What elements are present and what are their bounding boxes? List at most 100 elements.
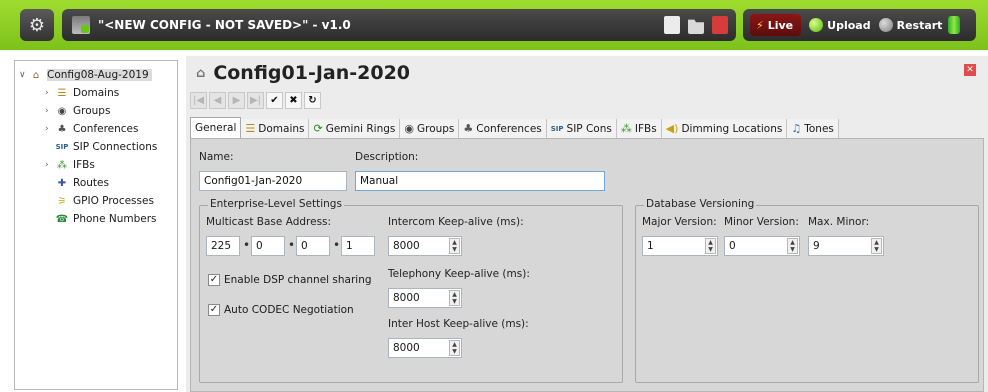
tab-label: Tones: [804, 122, 834, 135]
spinner-arrows-icon[interactable]: ▲ ▼: [449, 238, 460, 254]
title-bar: "<NEW CONFIG - NOT SAVED>" - v1.0: [62, 9, 736, 41]
spinner-arrows-icon[interactable]: ▲ ▼: [449, 290, 460, 306]
tab-conferences[interactable]: ♣ Conferences: [459, 119, 547, 138]
tab-label: IFBs: [634, 122, 657, 135]
expand-chevron-icon[interactable]: ›: [45, 106, 55, 116]
routes-icon: ✚: [57, 177, 67, 189]
tree-item-ifbs[interactable]: › ⁂ IFBs: [45, 157, 95, 173]
action-bar: ⚡ Live Upload Restart: [743, 9, 976, 41]
conferences-icon: ♣: [57, 123, 67, 135]
rings-icon: ⟳: [313, 122, 323, 135]
spinner-arrows-icon[interactable]: ▲ ▼: [871, 238, 882, 254]
max-minor-label: Max. Minor:: [808, 216, 870, 228]
new-document-icon[interactable]: [664, 16, 680, 34]
tones-icon: ♫: [791, 122, 802, 135]
database-versioning-group: Database Versioning Major Version: 1 ▲ ▼ …: [635, 198, 979, 383]
record-nav-toolbar: |◀ ◀ ▶ ▶| ✔ ✖ ↻: [190, 92, 321, 109]
checkbox-label: Enable DSP channel sharing: [224, 274, 372, 286]
tree-root[interactable]: ∨ ⌂ Config08-Aug-2019: [19, 67, 152, 83]
tab-label: Dimming Locations: [681, 122, 783, 135]
last-record-button[interactable]: ▶|: [247, 92, 264, 109]
spinner-value: 8000: [393, 342, 420, 354]
multicast-octet-3[interactable]: 0: [296, 236, 330, 256]
group-title: Database Versioning: [644, 198, 757, 210]
tab-general[interactable]: General: [190, 117, 242, 138]
apply-check-button[interactable]: ✔: [266, 92, 283, 109]
tree-item-groups[interactable]: › ◉ Groups: [45, 103, 110, 119]
window-title: "<NEW CONFIG - NOT SAVED>" - v1.0: [98, 18, 351, 32]
multicast-octet-2[interactable]: 0: [251, 236, 285, 256]
tab-domains[interactable]: ☰ Domains: [241, 119, 310, 138]
tab-tones[interactable]: ♫ Tones: [787, 119, 839, 138]
spinner-arrows-icon[interactable]: ▲ ▼: [705, 238, 716, 254]
tree-root-label: Config08-Aug-2019: [47, 69, 152, 81]
tree-item-phone-numbers[interactable]: ☎ Phone Numbers: [55, 211, 157, 227]
first-record-button[interactable]: |◀: [190, 92, 207, 109]
major-version-spinner[interactable]: 1 ▲ ▼: [642, 236, 718, 256]
next-record-button[interactable]: ▶: [228, 92, 245, 109]
live-button[interactable]: ⚡ Live: [750, 14, 802, 36]
group-title: Enterprise-Level Settings: [208, 198, 344, 210]
max-minor-spinner[interactable]: 9 ▲ ▼: [808, 236, 884, 256]
refresh-button[interactable]: ↻: [304, 92, 321, 109]
tree-item-label: Domains: [73, 87, 120, 99]
ifbs-icon: ⁂: [57, 159, 67, 171]
interhost-keepalive-label: Inter Host Keep-alive (ms):: [388, 318, 529, 330]
expand-chevron-icon[interactable]: ›: [45, 160, 55, 170]
codec-negotiation-checkbox[interactable]: ✓ Auto CODEC Negotiation: [208, 304, 354, 316]
page-title: ⌂ Config01-Jan-2020: [196, 62, 410, 84]
lightning-icon: ⚡: [756, 18, 764, 32]
description-label: Description:: [355, 151, 419, 163]
checkbox-label: Auto CODEC Negotiation: [224, 304, 354, 316]
multicast-octet-1[interactable]: 225: [206, 236, 240, 256]
tab-gemini-rings[interactable]: ⟳ Gemini Rings: [309, 119, 401, 138]
tree-item-label: SIP Connections: [73, 141, 158, 153]
save-disk-icon[interactable]: [712, 16, 728, 34]
file-actions: [664, 16, 728, 34]
expand-chevron-icon[interactable]: ›: [45, 124, 55, 134]
settings-gear-button[interactable]: ⚙: [20, 9, 54, 41]
tree-item-sip-connections[interactable]: SIP SIP Connections: [55, 139, 158, 155]
gear-icon: ⚙: [28, 14, 46, 36]
intercom-keepalive-spinner[interactable]: 8000 ▲ ▼: [388, 236, 462, 256]
tab-label: Domains: [258, 122, 305, 135]
interhost-keepalive-spinner[interactable]: 8000 ▲ ▼: [388, 338, 462, 358]
enterprise-settings-group: Enterprise-Level Settings Multicast Base…: [199, 198, 623, 383]
main-header: ⌂ Config01-Jan-2020 ✕ |◀ ◀ ▶ ▶| ✔ ✖ ↻: [186, 56, 988, 124]
upload-button[interactable]: Upload: [809, 18, 871, 32]
tree-item-gpio-processes[interactable]: ⚞ GPIO Processes: [55, 193, 154, 209]
tab-ifbs[interactable]: ⁂ IFBs: [616, 119, 662, 138]
name-field[interactable]: Config01-Jan-2020: [199, 171, 347, 191]
upload-icon: [809, 18, 824, 32]
prev-record-button[interactable]: ◀: [209, 92, 226, 109]
phone-icon: ☎: [55, 213, 69, 225]
speaker-icon: ◀): [665, 122, 679, 135]
spinner-arrows-icon[interactable]: ▲ ▼: [449, 340, 460, 356]
collapse-chevron-icon[interactable]: ∨: [19, 70, 29, 80]
tree-item-routes[interactable]: ✚ Routes: [55, 175, 109, 191]
spinner-value: 9: [813, 240, 820, 252]
open-folder-icon[interactable]: [688, 19, 704, 34]
config-tree[interactable]: ∨ ⌂ Config08-Aug-2019 › ☰ Domains › ◉ Gr…: [14, 60, 178, 390]
description-field[interactable]: Manual: [355, 171, 605, 191]
tree-item-domains[interactable]: › ☰ Domains: [45, 85, 119, 101]
multicast-label: Multicast Base Address:: [206, 216, 332, 228]
expand-chevron-icon[interactable]: ›: [45, 88, 55, 98]
domains-icon: ☰: [57, 87, 67, 99]
database-icon: [948, 16, 961, 34]
tab-dimming-locations[interactable]: ◀) Dimming Locations: [661, 119, 788, 138]
tree-item-label: IFBs: [73, 159, 95, 171]
minor-version-spinner[interactable]: 0 ▲ ▼: [724, 236, 800, 256]
restart-button[interactable]: Restart: [878, 18, 942, 32]
tree-item-conferences[interactable]: › ♣ Conferences: [45, 121, 138, 137]
tab-label: Groups: [416, 122, 455, 135]
close-icon[interactable]: ✕: [964, 64, 976, 76]
tab-groups[interactable]: ◉ Groups: [400, 119, 460, 138]
gpio-icon: ⚞: [57, 195, 67, 207]
dsp-sharing-checkbox[interactable]: ✓ Enable DSP channel sharing: [208, 274, 372, 286]
multicast-octet-4[interactable]: 1: [341, 236, 375, 256]
tab-sip-cons[interactable]: SIP SIP Cons: [546, 119, 617, 138]
discard-x-button[interactable]: ✖: [285, 92, 302, 109]
spinner-arrows-icon[interactable]: ▲ ▼: [787, 238, 798, 254]
telephony-keepalive-spinner[interactable]: 8000 ▲ ▼: [388, 288, 462, 308]
